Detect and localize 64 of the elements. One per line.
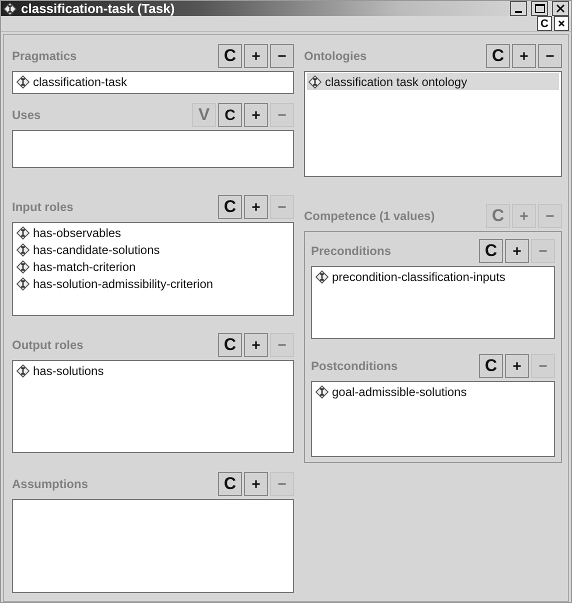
list-box[interactable]: goal-admissible-solutions <box>311 381 555 457</box>
list-box[interactable] <box>12 499 294 593</box>
toolbar-button[interactable]: + <box>244 472 268 496</box>
list-item[interactable]: precondition-classification-inputs <box>314 268 552 285</box>
toolbar-button[interactable]: + <box>512 44 536 68</box>
list-box[interactable]: has-observables has-candidate-solutions has-match-criterion has-solution-admissibility-criterion <box>12 222 294 316</box>
diamond-icon <box>315 384 329 398</box>
diamond-icon <box>16 242 30 256</box>
close-icon <box>558 20 565 26</box>
toolbar-button[interactable]: C <box>218 472 242 496</box>
toolbar-button[interactable]: + <box>505 354 529 378</box>
section-title: Output roles <box>12 338 84 352</box>
toolbar-button[interactable]: − <box>270 44 294 68</box>
diamond-icon <box>16 276 30 290</box>
list-item[interactable]: has-observables <box>15 224 291 241</box>
toolbar-button[interactable]: C <box>537 16 552 31</box>
toolbar-button[interactable]: C <box>479 354 503 378</box>
list-box[interactable] <box>12 130 294 168</box>
list-box[interactable]: precondition-classification-inputs <box>311 266 555 339</box>
toolbar-button[interactable]: C <box>218 333 242 357</box>
toolbar-button[interactable]: + <box>244 44 268 68</box>
toolbar-button[interactable]: C <box>486 44 510 68</box>
diamond-icon <box>16 226 30 240</box>
minimize-button[interactable] <box>510 1 527 16</box>
toolbar-button[interactable]: C <box>218 44 242 68</box>
diamond-icon <box>3 2 17 16</box>
list-item[interactable]: has-solutions <box>15 362 291 379</box>
section-title: Competence (1 values) <box>304 209 436 223</box>
minimize-icon <box>515 10 522 12</box>
section-title: Ontologies <box>304 49 368 63</box>
section-title: Pragmatics <box>12 49 78 63</box>
list-item[interactable]: has-solution-admissibility-criterion <box>15 275 291 292</box>
close-button[interactable] <box>552 1 569 16</box>
list-box[interactable]: classification task ontology <box>304 71 562 177</box>
list-item[interactable]: classification-task <box>15 73 291 90</box>
window-title: classification-task (Task) <box>21 1 176 16</box>
text-field[interactable]: classification-task <box>12 71 294 94</box>
diamond-icon <box>16 364 30 378</box>
diamond-icon <box>308 74 322 88</box>
close-button[interactable] <box>554 16 569 31</box>
list-item[interactable]: classification task ontology <box>307 73 559 90</box>
toolbar-button[interactable]: C <box>218 195 242 219</box>
diamond-icon <box>315 270 329 284</box>
section-title: Uses <box>12 108 42 122</box>
close-icon <box>556 4 565 13</box>
toolbar-button[interactable]: + <box>244 103 268 127</box>
toolbar-button[interactable]: C <box>218 103 242 127</box>
diamond-icon <box>16 260 30 274</box>
maximize-icon <box>534 4 544 13</box>
toolbar-button[interactable]: + <box>244 333 268 357</box>
list-item[interactable]: has-candidate-solutions <box>15 241 291 258</box>
list-item[interactable]: has-match-criterion <box>15 258 291 275</box>
section-title: Postconditions <box>311 359 399 373</box>
section-title: Input roles <box>12 200 74 214</box>
section-title: Preconditions <box>311 244 392 258</box>
list-item[interactable]: goal-admissible-solutions <box>314 383 552 400</box>
toolbar-button[interactable]: C <box>479 239 503 263</box>
toolbar-button[interactable]: − <box>538 44 562 68</box>
list-box[interactable]: has-solutions <box>12 360 294 453</box>
maximize-button[interactable] <box>531 1 548 16</box>
toolbar-button[interactable]: + <box>505 239 529 263</box>
toolbar-button[interactable]: + <box>244 195 268 219</box>
diamond-icon <box>16 74 30 88</box>
section-title: Assumptions <box>12 477 90 491</box>
